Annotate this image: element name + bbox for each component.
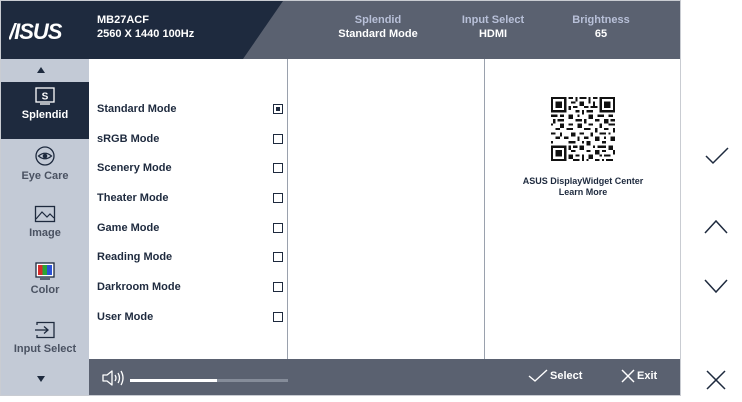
check-icon xyxy=(705,147,729,165)
mode-option-standard[interactable]: Standard Mode xyxy=(97,102,283,118)
mode-option-darkroom[interactable]: Darkroom Mode xyxy=(97,280,283,296)
status-splendid: Splendid Standard Mode xyxy=(338,14,418,40)
sidebar-item-eye-care[interactable]: Eye Care xyxy=(1,146,89,182)
sidebar-item-label: Eye Care xyxy=(21,170,69,182)
exit-button[interactable]: Exit xyxy=(621,369,657,383)
eye-icon xyxy=(35,146,55,166)
mode-list-panel: Standard Mode sRGB Mode Scenery Mode The… xyxy=(89,59,287,359)
color-icon xyxy=(35,262,55,280)
chevron-up-icon xyxy=(704,219,728,234)
sidebar-item-splendid[interactable]: S Splendid xyxy=(1,87,89,121)
osd-window: /ISUS MB27ACF 2560 X 1440 100Hz Splendid… xyxy=(0,0,681,396)
check-icon xyxy=(528,369,548,382)
submenu-panel xyxy=(287,59,484,359)
sidebar-item-label: Image xyxy=(29,227,61,239)
down-button[interactable] xyxy=(696,266,736,306)
promo-title: ASUS DisplayWidget Center xyxy=(522,176,644,186)
header-bar: /ISUS MB27ACF 2560 X 1440 100Hz Splendid… xyxy=(1,1,680,59)
model-resolution: 2560 X 1440 100Hz xyxy=(97,28,195,40)
radio-checkbox[interactable] xyxy=(273,312,283,322)
model-name: MB27ACF xyxy=(97,14,149,26)
learn-more-link[interactable]: Learn More xyxy=(485,187,681,197)
qr-code[interactable] xyxy=(551,97,615,161)
volume-slider-fill xyxy=(130,379,217,382)
mode-option-scenery[interactable]: Scenery Mode xyxy=(97,161,283,177)
sidebar-item-label: Splendid xyxy=(21,109,69,121)
volume-icon xyxy=(102,370,124,386)
splendid-icon: S xyxy=(35,87,55,105)
sidebar-item-image[interactable]: Image xyxy=(1,205,89,239)
asus-logo: /ISUS xyxy=(9,19,64,43)
sidebar-item-color[interactable]: Color xyxy=(1,262,89,296)
radio-checkbox[interactable] xyxy=(273,252,283,262)
confirm-check-button[interactable] xyxy=(696,136,736,176)
radio-checkbox[interactable] xyxy=(273,134,283,144)
close-icon xyxy=(621,369,635,383)
radio-checkbox[interactable] xyxy=(273,193,283,203)
input-select-icon xyxy=(35,321,55,339)
image-icon xyxy=(34,205,56,223)
footer-bar: Select Exit xyxy=(89,359,680,395)
radio-checkbox-selected[interactable] xyxy=(273,104,283,114)
radio-checkbox[interactable] xyxy=(273,223,283,233)
chevron-down-icon xyxy=(704,279,728,294)
sidebar-up-arrow-icon[interactable] xyxy=(37,67,45,73)
status-brightness: Brightness 65 xyxy=(572,14,630,40)
mode-option-reading[interactable]: Reading Mode xyxy=(97,250,283,266)
select-button[interactable]: Select xyxy=(528,369,582,383)
mode-option-srgb[interactable]: sRGB Mode xyxy=(97,132,283,148)
svg-text:/ISUS: /ISUS xyxy=(9,19,63,43)
mode-option-user[interactable]: User Mode xyxy=(97,310,283,326)
volume-slider[interactable] xyxy=(130,379,288,382)
radio-checkbox[interactable] xyxy=(273,282,283,292)
model-info: MB27ACF 2560 X 1440 100Hz xyxy=(97,13,194,41)
sidebar-item-label: Input Select xyxy=(13,343,77,355)
close-icon xyxy=(706,370,726,390)
sidebar: S Splendid Eye Care Image Color Input Se… xyxy=(1,59,89,395)
mode-option-theater[interactable]: Theater Mode xyxy=(97,191,283,207)
sidebar-item-input-select[interactable]: Input Select xyxy=(1,321,89,355)
up-button[interactable] xyxy=(696,206,736,246)
close-button[interactable] xyxy=(696,360,736,400)
sidebar-down-arrow-icon[interactable] xyxy=(37,376,45,382)
svg-text:S: S xyxy=(42,92,49,103)
mode-option-game[interactable]: Game Mode xyxy=(97,221,283,237)
radio-checkbox[interactable] xyxy=(273,163,283,173)
status-input-select: Input Select HDMI xyxy=(461,14,525,40)
info-panel: ASUS DisplayWidget Center Learn More xyxy=(484,59,680,359)
sidebar-item-label: Color xyxy=(30,284,60,296)
